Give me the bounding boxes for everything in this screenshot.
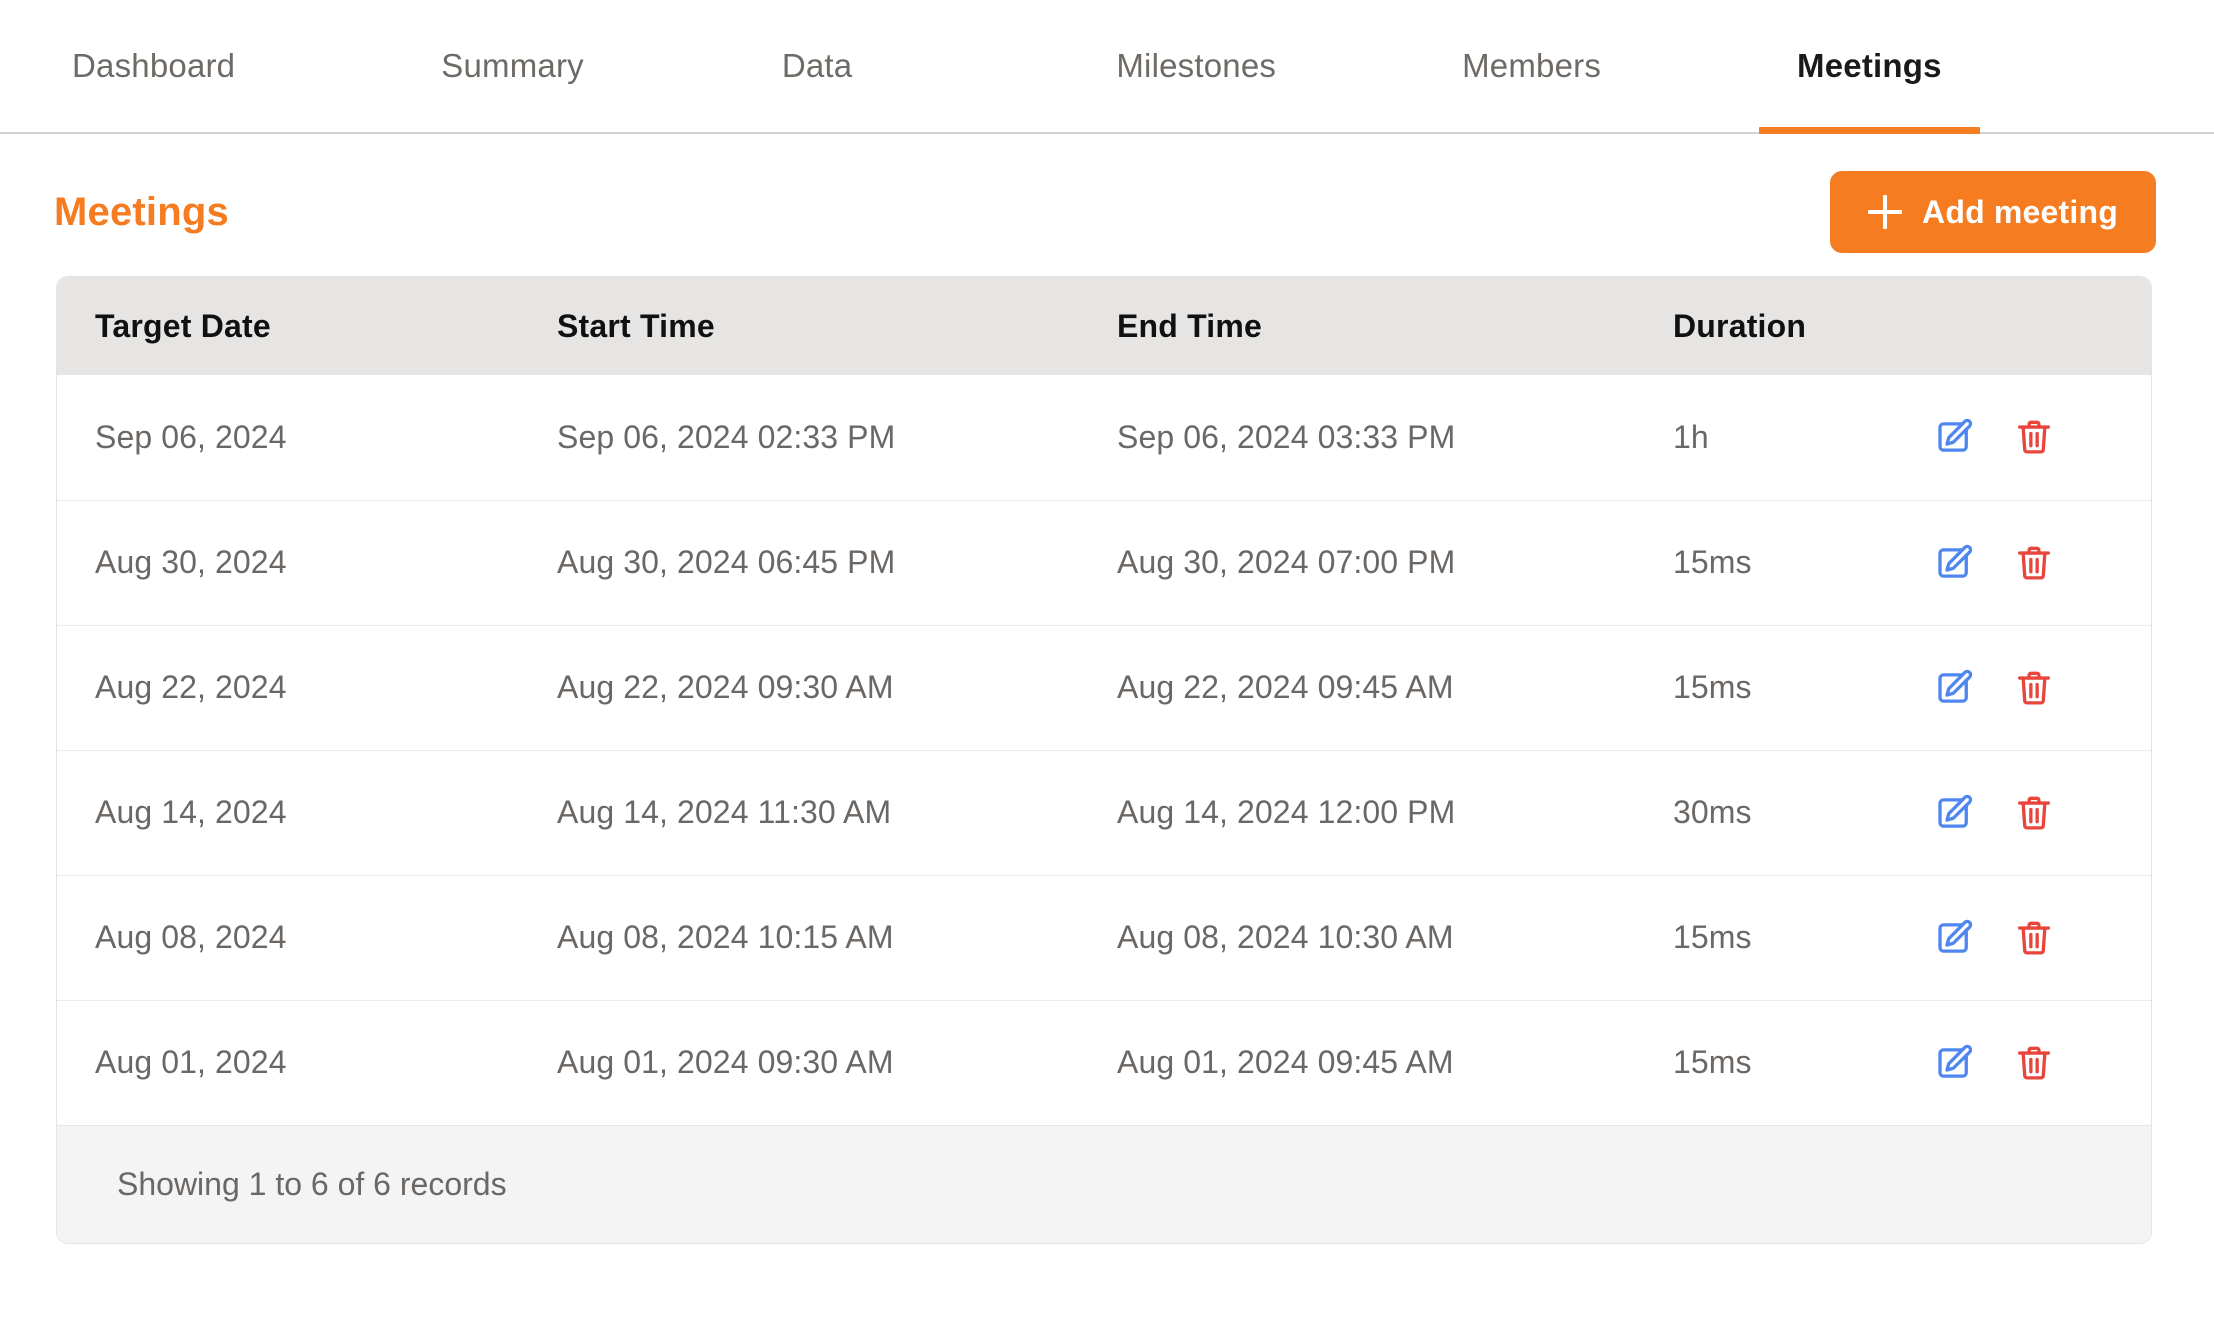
table-body: Sep 06, 2024 Sep 06, 2024 02:33 PM Sep 0… bbox=[57, 375, 2151, 1125]
tab-milestones-label: Milestones bbox=[1116, 47, 1277, 84]
table-row: Sep 06, 2024 Sep 06, 2024 02:33 PM Sep 0… bbox=[57, 375, 2151, 500]
cell-target-date: Aug 08, 2024 bbox=[57, 874, 557, 1000]
records-count-label: Showing 1 to 6 of 6 records bbox=[57, 1124, 2151, 1243]
delete-row-button[interactable] bbox=[2013, 667, 2055, 709]
delete-row-button[interactable] bbox=[2013, 542, 2055, 584]
trash-icon bbox=[2017, 1046, 2051, 1080]
cell-target-date: Aug 22, 2024 bbox=[57, 624, 557, 750]
edit-row-button[interactable] bbox=[1933, 416, 1975, 458]
edit-row-button[interactable] bbox=[1933, 792, 1975, 834]
tab-meetings-label: Meetings bbox=[1797, 47, 1942, 84]
cell-start-time: Aug 14, 2024 11:30 AM bbox=[557, 749, 1117, 875]
cell-end-time: Aug 14, 2024 12:00 PM bbox=[1117, 749, 1673, 875]
table-row: Aug 01, 2024 Aug 01, 2024 09:30 AM Aug 0… bbox=[57, 999, 2151, 1125]
cell-duration: 15ms bbox=[1673, 999, 2053, 1125]
cell-start-time: Aug 30, 2024 06:45 PM bbox=[557, 499, 1117, 625]
cell-actions bbox=[1938, 749, 2151, 875]
cell-duration: 1h bbox=[1673, 418, 1709, 455]
cell-end-time: Aug 08, 2024 10:30 AM bbox=[1117, 874, 1673, 1000]
edit-row-button[interactable] bbox=[1933, 667, 1975, 709]
tab-milestones[interactable]: Milestones bbox=[1078, 0, 1314, 132]
table-header-row: Target Date Start Time End Time Duration bbox=[57, 277, 2151, 375]
cell-actions bbox=[1938, 624, 2151, 750]
trash-icon bbox=[2017, 546, 2051, 580]
trash-icon bbox=[2017, 420, 2051, 454]
cell-start-time: Aug 01, 2024 09:30 AM bbox=[557, 999, 1117, 1125]
row-actions bbox=[1938, 416, 2151, 458]
edit-pencil-icon bbox=[1938, 794, 1973, 828]
table-row: Aug 14, 2024 Aug 14, 2024 11:30 AM Aug 1… bbox=[57, 749, 2151, 875]
row-actions bbox=[1938, 792, 2151, 834]
cell-target-date: Sep 06, 2024 bbox=[95, 418, 287, 455]
trash-icon bbox=[2017, 796, 2051, 830]
delete-row-button[interactable] bbox=[2013, 917, 2055, 959]
cell-end-time: Sep 06, 2024 03:33 PM bbox=[1117, 418, 1456, 455]
meetings-table-card: Target Date Start Time End Time Duration… bbox=[56, 276, 2152, 1244]
primary-tab-bar: Dashboard Summary Data Milestones Member… bbox=[0, 0, 2214, 134]
add-meeting-button[interactable]: Add meeting bbox=[1830, 171, 2156, 253]
tab-data-label: Data bbox=[781, 47, 853, 84]
delete-row-button[interactable] bbox=[2013, 1042, 2055, 1084]
table-footer-row: Showing 1 to 6 of 6 records bbox=[57, 1124, 2151, 1243]
tab-dashboard[interactable]: Dashboard bbox=[34, 0, 273, 132]
cell-target-date: Aug 14, 2024 bbox=[57, 749, 557, 875]
cell-start-time: Aug 08, 2024 10:15 AM bbox=[557, 874, 1117, 1000]
cell-duration: 15ms bbox=[1673, 499, 2053, 625]
cell-target-date: Aug 01, 2024 bbox=[57, 999, 557, 1125]
tab-data[interactable]: Data bbox=[744, 0, 891, 132]
cell-end-time: Aug 01, 2024 09:45 AM bbox=[1117, 999, 1673, 1125]
table-header: Target Date Start Time End Time Duration bbox=[57, 277, 2151, 375]
cell-actions bbox=[1938, 499, 2151, 625]
row-actions bbox=[1938, 917, 2151, 959]
cell-start-time: Aug 22, 2024 09:30 AM bbox=[557, 624, 1117, 750]
edit-row-button[interactable] bbox=[1933, 1042, 1975, 1084]
cell-target-date: Aug 30, 2024 bbox=[57, 499, 557, 625]
table-footer: Showing 1 to 6 of 6 records bbox=[57, 1124, 2151, 1243]
tab-summary-label: Summary bbox=[441, 47, 584, 84]
tab-members[interactable]: Members bbox=[1424, 0, 1639, 132]
tab-meetings[interactable]: Meetings bbox=[1759, 0, 1980, 134]
edit-row-button[interactable] bbox=[1933, 542, 1975, 584]
table-row: Aug 08, 2024 Aug 08, 2024 10:15 AM Aug 0… bbox=[57, 874, 2151, 1000]
delete-row-button[interactable] bbox=[2013, 416, 2055, 458]
trash-icon bbox=[2017, 921, 2051, 955]
meetings-table: Target Date Start Time End Time Duration… bbox=[57, 277, 2151, 1243]
cell-actions bbox=[1938, 375, 2151, 500]
cell-end-time: Aug 22, 2024 09:45 AM bbox=[1117, 624, 1673, 750]
cell-duration: 15ms bbox=[1673, 874, 2053, 1000]
page-header: Meetings Add meeting bbox=[0, 170, 2214, 254]
column-header-target-date[interactable]: Target Date bbox=[57, 277, 557, 375]
cell-duration: 15ms bbox=[1673, 624, 2053, 750]
cell-end-time: Aug 30, 2024 07:00 PM bbox=[1117, 499, 1673, 625]
column-header-duration[interactable]: Duration bbox=[1673, 277, 2053, 375]
row-actions bbox=[1938, 1042, 2151, 1084]
cell-actions bbox=[1938, 874, 2151, 1000]
table-row: Aug 30, 2024 Aug 30, 2024 06:45 PM Aug 3… bbox=[57, 499, 2151, 625]
row-actions bbox=[1938, 667, 2151, 709]
edit-pencil-icon bbox=[1938, 419, 1973, 453]
tab-summary[interactable]: Summary bbox=[403, 0, 622, 132]
column-header-actions bbox=[2053, 277, 2151, 375]
edit-pencil-icon bbox=[1938, 919, 1973, 953]
edit-row-button[interactable] bbox=[1933, 917, 1975, 959]
delete-row-button[interactable] bbox=[2013, 792, 2055, 834]
edit-pencil-icon bbox=[1938, 669, 1973, 703]
trash-icon bbox=[2017, 671, 2051, 705]
edit-pencil-icon bbox=[1938, 1044, 1973, 1078]
tab-active-underline bbox=[1759, 127, 1980, 134]
cell-actions bbox=[1938, 999, 2151, 1125]
row-actions bbox=[1938, 542, 2151, 584]
tab-dashboard-label: Dashboard bbox=[72, 47, 236, 84]
page-title: Meetings bbox=[54, 189, 229, 234]
column-header-start-time[interactable]: Start Time bbox=[557, 277, 1117, 375]
cell-start-time: Sep 06, 2024 02:33 PM bbox=[557, 418, 896, 455]
tab-members-label: Members bbox=[1462, 47, 1602, 84]
add-meeting-label: Add meeting bbox=[1922, 193, 2118, 230]
plus-icon bbox=[1868, 195, 1903, 229]
cell-duration: 30ms bbox=[1673, 749, 2053, 875]
edit-pencil-icon bbox=[1938, 544, 1973, 578]
column-header-end-time[interactable]: End Time bbox=[1117, 277, 1673, 375]
table-row: Aug 22, 2024 Aug 22, 2024 09:30 AM Aug 2… bbox=[57, 624, 2151, 750]
